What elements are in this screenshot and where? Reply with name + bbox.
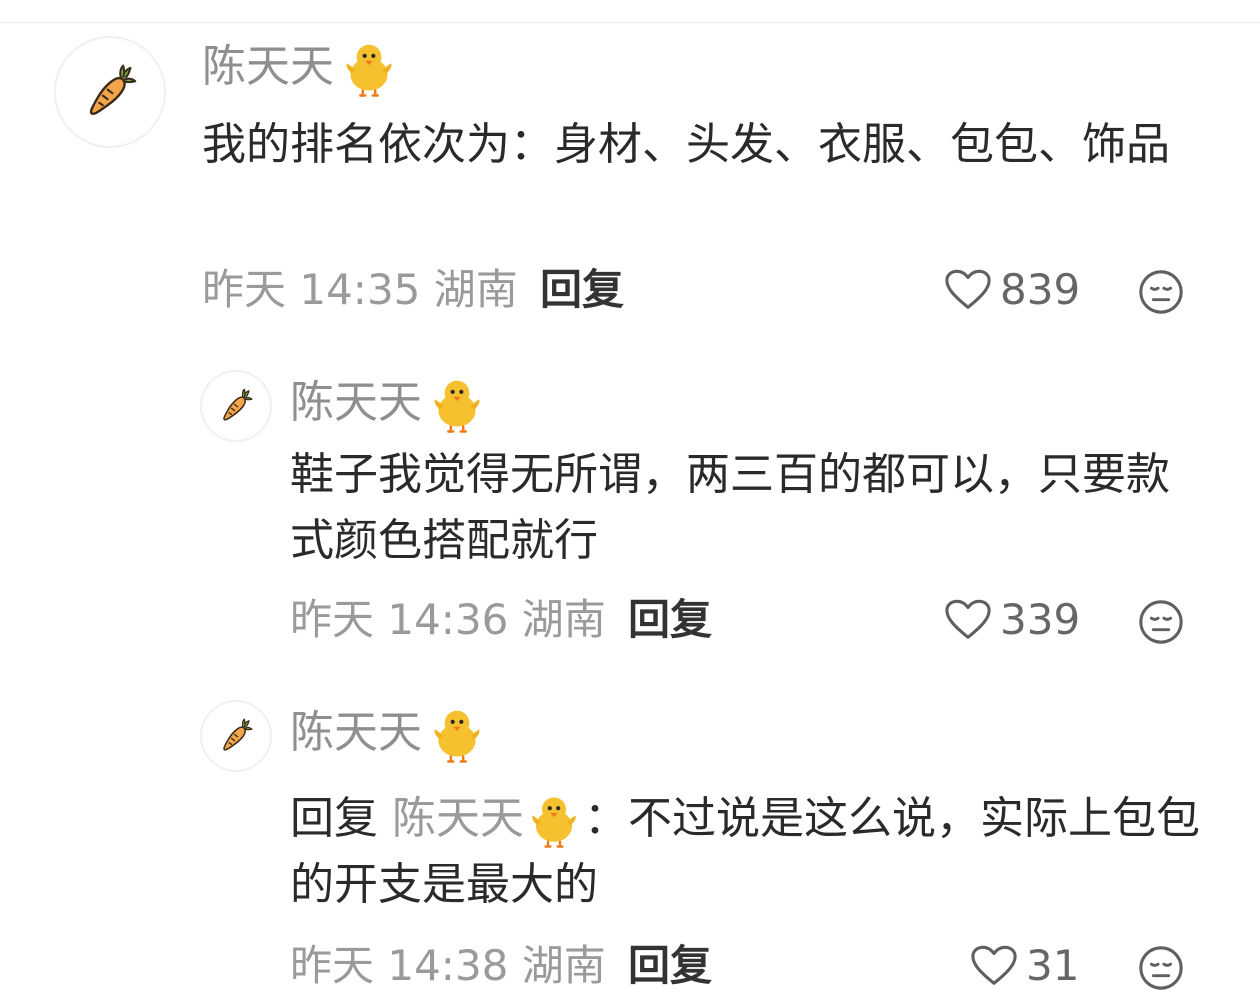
like-count: 839: [1000, 265, 1081, 314]
like-button[interactable]: 839: [944, 262, 1080, 318]
reply-separator: ：: [584, 793, 628, 844]
username[interactable]: 陈天天: [202, 36, 400, 98]
neutral-face-icon[interactable]: [1137, 944, 1185, 992]
like-count: 339: [1000, 595, 1081, 644]
reply-prefix: 回复: [290, 793, 378, 844]
like-button[interactable]: 339: [944, 592, 1080, 648]
comment-meta: 昨天 14:35 湖南: [202, 262, 518, 318]
top-divider: [0, 22, 1260, 23]
reply-target-username[interactable]: 陈天天: [392, 786, 584, 852]
comment-location: 湖南: [521, 941, 606, 990]
neutral-face-icon[interactable]: [1137, 598, 1185, 646]
reply-button[interactable]: 回复: [628, 938, 712, 994]
avatar[interactable]: [200, 700, 272, 772]
carrot-icon: [217, 717, 255, 755]
comment-location: 湖南: [521, 595, 606, 644]
chick-icon: [524, 789, 584, 849]
comment-location: 湖南: [433, 265, 518, 314]
username[interactable]: 陈天天: [290, 702, 488, 764]
comment-text: 鞋子我觉得无所谓，两三百的都可以，只要款式颜色搭配就行: [290, 449, 1170, 566]
avatar[interactable]: [54, 36, 166, 148]
avatar[interactable]: [200, 370, 272, 442]
comment-text: 我的排名依次为：身材、头发、衣服、包包、饰品: [202, 119, 1170, 170]
username[interactable]: 陈天天: [290, 372, 488, 434]
comment-meta: 昨天 14:38 湖南: [290, 938, 606, 994]
carrot-icon: [217, 387, 255, 425]
carrot-icon: [80, 62, 140, 122]
heart-outline-icon: [944, 268, 992, 312]
like-count: 31: [1026, 941, 1080, 990]
comment-time: 昨天 14:35: [202, 265, 421, 314]
neutral-face-icon[interactable]: [1137, 268, 1185, 316]
comment-meta: 昨天 14:36 湖南: [290, 592, 606, 648]
heart-outline-icon: [944, 598, 992, 642]
reply-button[interactable]: 回复: [628, 592, 712, 648]
reply-button[interactable]: 回复: [540, 262, 624, 318]
comment-text: 回复 陈天天 ：不过说是这么说，实际上包包的开支是最大的: [290, 786, 1210, 918]
chick-icon: [338, 36, 400, 98]
like-button[interactable]: 31: [970, 938, 1079, 994]
comment-time: 昨天 14:36: [290, 595, 509, 644]
comment-time: 昨天 14:38: [290, 941, 509, 990]
chick-icon: [426, 372, 488, 434]
heart-outline-icon: [970, 944, 1018, 988]
chick-icon: [426, 702, 488, 764]
